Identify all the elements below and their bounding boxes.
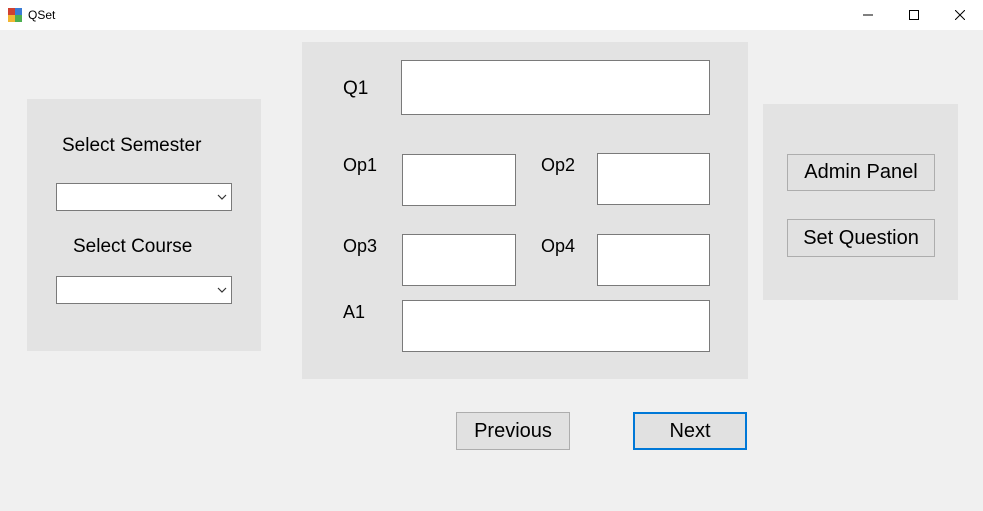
minimize-button[interactable] (845, 0, 891, 30)
next-button[interactable]: Next (633, 412, 747, 450)
op3-label: Op3 (343, 236, 378, 256)
previous-button[interactable]: Previous (456, 412, 570, 450)
q1-input[interactable] (401, 60, 710, 115)
set-question-button[interactable]: Set Question (787, 219, 935, 257)
close-icon (955, 10, 965, 20)
op3-input[interactable] (402, 234, 516, 286)
course-label: Select Course (73, 236, 193, 257)
title-bar: QSet (0, 0, 983, 30)
op1-input[interactable] (402, 154, 516, 206)
admin-panel-button[interactable]: Admin Panel (787, 154, 935, 191)
close-button[interactable] (937, 0, 983, 30)
chevron-down-icon (217, 194, 227, 200)
a1-input[interactable] (402, 300, 710, 352)
course-dropdown[interactable] (56, 276, 232, 304)
op4-label: Op4 (541, 236, 576, 256)
window-title: QSet (28, 8, 56, 22)
op2-input[interactable] (597, 153, 710, 205)
maximize-icon (909, 10, 919, 20)
semester-label: Select Semester (62, 135, 202, 156)
a1-label: A1 (343, 302, 366, 322)
action-panel: Admin Panel Set Question (763, 104, 958, 300)
app-icon (8, 8, 22, 22)
op1-label: Op1 (343, 155, 378, 175)
semester-dropdown[interactable] (56, 183, 232, 211)
minimize-icon (863, 14, 873, 16)
question-panel: Q1 Op1 Op2 Op3 Op4 A1 (302, 42, 748, 379)
maximize-button[interactable] (891, 0, 937, 30)
selection-panel: Select Semester Select Course (27, 99, 261, 351)
op2-label-text: Op2 (541, 155, 576, 175)
op4-input[interactable] (597, 234, 710, 286)
q1-label: Q1 (343, 78, 369, 99)
chevron-down-icon (217, 287, 227, 293)
